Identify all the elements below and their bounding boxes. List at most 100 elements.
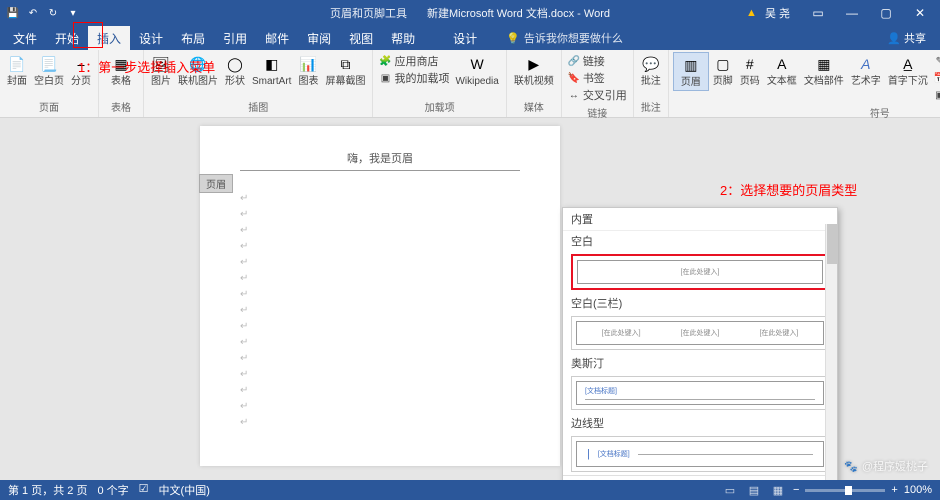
tab-home[interactable]: 开始 [46,26,88,50]
cross-ref-button[interactable]: ↔交叉引用 [568,87,627,103]
header-underline [240,170,520,171]
group-illustrations-label: 插图 [148,98,368,115]
undo-icon[interactable]: ↶ [26,6,40,20]
shapes-button[interactable]: ◯形状 [222,52,248,89]
comment-button[interactable]: 💬批注 [638,52,664,89]
tab-mailings[interactable]: 邮件 [256,26,298,50]
page-number-button[interactable]: #页码 [737,52,763,89]
textbox-button[interactable]: A文本框 [764,52,800,89]
gallery-sideline-label: 边线型 [563,413,837,433]
tab-design[interactable]: 设计 [130,26,172,50]
document-area: 1：第一步选择插入菜单 嗨，我是页眉 页眉 ↵ ↵↵ ↵↵ ↵↵ ↵↵ ↵↵ ↵… [0,118,940,480]
tab-references[interactable]: 引用 [214,26,256,50]
comment-icon: 💬 [641,54,661,74]
zoom-level[interactable]: 100% [904,484,932,496]
zoom-slider-thumb[interactable] [845,486,852,495]
signature-icon: ✎ [934,55,940,67]
gallery-blank-label: 空白 [563,231,837,251]
wikipedia-icon: W [467,54,487,74]
ribbon-options-icon[interactable]: ▭ [802,0,834,26]
blank-page-button[interactable]: 📃空白页 [31,52,67,89]
annotation-2: 2：选择想要的页眉类型 [720,180,857,199]
signature-line-button[interactable]: ✎签名行 [934,53,940,69]
header-icon: ▥ [681,55,701,75]
store-button[interactable]: 🧩应用商店 [379,53,449,69]
gallery-item-sideline[interactable]: | [文档标题] [571,436,829,472]
lightbulb-icon: 💡 [506,32,520,45]
status-proofing-icon[interactable]: ☑ [139,482,149,498]
blank-page-icon: 📃 [39,54,59,74]
warning-icon: ▲ [746,7,757,19]
user-name: 吴 尧 [765,5,790,21]
status-language[interactable]: 中文(中国) [159,482,210,498]
drop-cap-button[interactable]: A̲首字下沉 [885,52,931,89]
tab-help[interactable]: 帮助 [382,26,424,50]
smartart-button[interactable]: ◧SmartArt [249,52,294,89]
textbox-icon: A [772,54,792,74]
tab-layout[interactable]: 布局 [172,26,214,50]
tab-review[interactable]: 审阅 [298,26,340,50]
zoom-slider[interactable] [805,489,885,492]
cover-page-button[interactable]: 📄封面 [4,52,30,89]
wikipedia-button[interactable]: WWikipedia [452,52,501,89]
bookmark-button[interactable]: 🔖书签 [568,70,627,86]
minimize-icon[interactable]: — [836,0,868,26]
header-button[interactable]: ▥页眉 [673,52,709,91]
object-button[interactable]: ▣对象 [934,87,940,103]
chart-button[interactable]: 📊图表 [295,52,321,89]
bookmark-icon: 🔖 [568,72,580,84]
maximize-icon[interactable]: ▢ [870,0,902,26]
wordart-icon: A [856,54,876,74]
tab-header-design[interactable]: 设计 [444,26,486,50]
group-pages-label: 页面 [4,98,94,115]
save-icon[interactable]: 💾 [6,6,20,20]
header-text[interactable]: 嗨，我是页眉 [240,150,520,166]
gallery-item-blank3[interactable]: [在此处键入] [在此处键入] [在此处键入] [571,316,829,350]
account-area[interactable]: ▲ 吴 尧 [746,5,790,21]
page[interactable]: 嗨，我是页眉 页眉 ↵ ↵↵ ↵↵ ↵↵ ↵↵ ↵↵ ↵↵ ↵↵ [200,126,560,466]
gallery-builtin-label: 内置 [563,208,837,231]
drop-cap-icon: A̲ [898,54,918,74]
status-page[interactable]: 第 1 页，共 2 页 [8,482,87,498]
qa-dropdown-icon[interactable]: ▾ [66,6,80,20]
read-mode-icon[interactable]: ▭ [721,483,739,497]
date-time-button[interactable]: 📅日期和时间 [934,70,940,86]
tab-view[interactable]: 视图 [340,26,382,50]
my-addins-button[interactable]: ▣我的加载项 [379,70,449,86]
header-region[interactable]: 嗨，我是页眉 页眉 [200,126,560,181]
paw-icon: 🐾 [844,460,858,473]
header-gallery-dropdown: 内置 空白 [在此处键入] 空白(三栏) [在此处键入] [在此处键入] [在此… [562,207,838,480]
more-headers-office[interactable]: ▣Office.com 中的其他页眉(M) [563,478,837,480]
link-button[interactable]: 🔗链接 [568,53,627,69]
status-words[interactable]: 0 个字 [97,482,128,498]
document-title: 新建Microsoft Word 文档.docx - Word [427,5,610,21]
smartart-icon: ◧ [262,54,282,74]
body-area[interactable]: ↵ ↵↵ ↵↵ ↵↵ ↵↵ ↵↵ ↵↵ ↵↵ [200,181,560,441]
group-addins-label: 加载项 [377,98,501,115]
zoom-in-icon[interactable]: + [891,484,897,496]
print-layout-icon[interactable]: ▤ [745,483,763,497]
gallery-austin-label: 奥斯汀 [563,353,837,373]
screenshot-button[interactable]: ⧉屏幕截图 [322,52,368,89]
gallery-item-austin[interactable]: [文档标题] [571,376,829,410]
tab-insert[interactable]: 插入 [88,26,130,50]
scrollbar-thumb[interactable] [827,224,837,264]
online-video-button[interactable]: ▶联机视频 [511,52,557,89]
zoom-out-icon[interactable]: − [793,484,799,496]
calendar-icon: 📅 [934,72,940,84]
close-icon[interactable]: ✕ [904,0,936,26]
gallery-blank3-label: 空白(三栏) [563,293,837,313]
web-layout-icon[interactable]: ▦ [769,483,787,497]
share-button[interactable]: 👤 共享 [877,30,936,46]
wordart-button[interactable]: A艺术字 [848,52,884,89]
redo-icon[interactable]: ↻ [46,6,60,20]
ribbon-tabs: 文件 开始 插入 设计 布局 引用 邮件 审阅 视图 帮助 设计 💡 告诉我你想… [0,26,940,50]
gallery-item-blank[interactable]: [在此处键入] [571,254,829,290]
tab-file[interactable]: 文件 [4,26,46,50]
footer-icon: ▢ [713,54,733,74]
quick-parts-button[interactable]: ▦文档部件 [801,52,847,89]
tell-me-search[interactable]: 💡 告诉我你想要做什么 [506,30,623,46]
footer-button[interactable]: ▢页脚 [710,52,736,89]
titlebar: 💾 ↶ ↻ ▾ 页眉和页脚工具 新建Microsoft Word 文档.docx… [0,0,940,26]
gallery-scrollbar[interactable] [825,224,837,480]
